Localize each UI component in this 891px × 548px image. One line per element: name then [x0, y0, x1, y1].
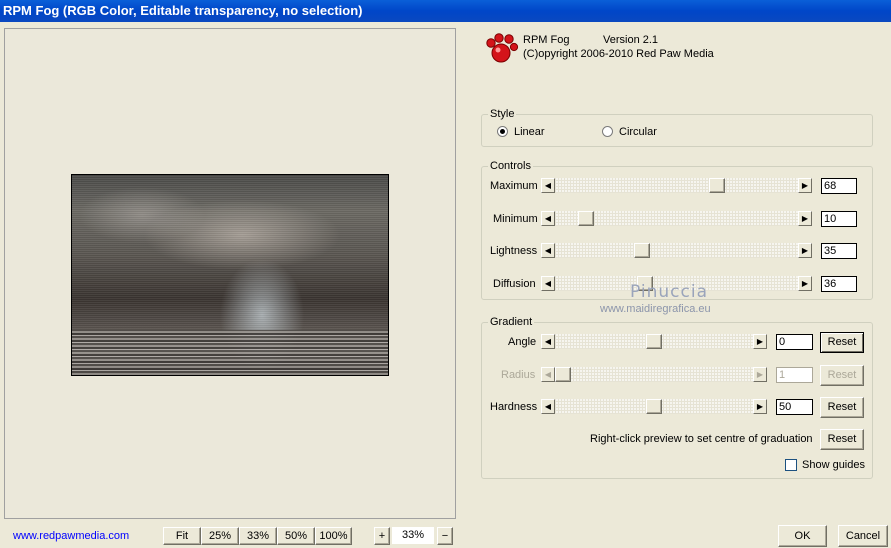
- minimum-field[interactable]: 10: [821, 211, 857, 227]
- minimum-left-arrow-icon[interactable]: ◀: [541, 211, 555, 226]
- linear-radio[interactable]: [497, 126, 508, 137]
- circular-label[interactable]: Circular: [619, 126, 657, 138]
- diffusion-field[interactable]: 36: [821, 276, 857, 292]
- lightness-right-arrow-icon[interactable]: ▶: [798, 243, 812, 258]
- zoom-33-button[interactable]: 33%: [239, 527, 277, 545]
- maximum-label: Maximum: [490, 180, 538, 192]
- hardness-field[interactable]: 50: [776, 399, 813, 415]
- centre-reset-button[interactable]: Reset: [820, 429, 864, 450]
- lightness-left-arrow-icon[interactable]: ◀: [541, 243, 555, 258]
- watermark-url: www.maidiregrafica.eu: [600, 303, 711, 315]
- angle-left-arrow-icon[interactable]: ◀: [541, 334, 555, 349]
- lightness-label: Lightness: [490, 245, 538, 257]
- centre-hint-text: Right-click preview to set centre of gra…: [590, 433, 813, 445]
- circular-radio[interactable]: [602, 126, 613, 137]
- angle-label: Angle: [508, 336, 537, 348]
- minimum-thumb[interactable]: [577, 211, 594, 226]
- plugin-version: Version 2.1: [603, 34, 659, 46]
- ok-button[interactable]: OK: [778, 525, 827, 547]
- angle-field[interactable]: 0: [776, 334, 813, 350]
- maximum-track[interactable]: [555, 178, 798, 193]
- zoom-50-button[interactable]: 50%: [277, 527, 315, 545]
- red-paw-icon: [486, 33, 519, 63]
- maximum-field[interactable]: 68: [821, 178, 857, 194]
- style-group-title: Style: [488, 108, 517, 120]
- preview-panel[interactable]: [4, 28, 456, 519]
- radius-thumb[interactable]: [555, 367, 571, 382]
- minimum-right-arrow-icon[interactable]: ▶: [798, 211, 812, 226]
- controls-group-title: Controls: [488, 160, 533, 172]
- radius-left-arrow-icon[interactable]: ◀: [541, 367, 555, 382]
- radio-dot: [500, 129, 505, 134]
- website-link[interactable]: www.redpawmedia.com: [13, 530, 129, 542]
- radius-reset-button[interactable]: Reset: [820, 365, 864, 386]
- hardness-reset-button[interactable]: Reset: [820, 397, 864, 418]
- linear-label[interactable]: Linear: [514, 126, 545, 138]
- show-guides-label[interactable]: Show guides: [802, 459, 865, 471]
- preview-image[interactable]: [71, 174, 389, 376]
- window-title: RPM Fog (RGB Color, Editable transparenc…: [0, 0, 891, 22]
- angle-thumb[interactable]: [646, 334, 662, 349]
- hardness-left-arrow-icon[interactable]: ◀: [541, 399, 555, 414]
- zoom-25-button[interactable]: 25%: [201, 527, 239, 545]
- minimum-label: Minimum: [493, 213, 538, 225]
- angle-reset-button[interactable]: Reset: [820, 332, 864, 353]
- lightness-track[interactable]: [555, 243, 798, 258]
- diffusion-left-arrow-icon[interactable]: ◀: [541, 276, 555, 291]
- zoom-in-button[interactable]: +: [374, 527, 390, 545]
- maximum-right-arrow-icon[interactable]: ▶: [798, 178, 812, 193]
- lightness-thumb[interactable]: [634, 243, 651, 258]
- maximum-left-arrow-icon[interactable]: ◀: [541, 178, 555, 193]
- hardness-thumb[interactable]: [646, 399, 662, 414]
- diffusion-label: Diffusion: [493, 278, 536, 290]
- zoom-out-button[interactable]: −: [437, 527, 453, 545]
- radius-right-arrow-icon[interactable]: ▶: [753, 367, 767, 382]
- lightness-field[interactable]: 35: [821, 243, 857, 259]
- hardness-right-arrow-icon[interactable]: ▶: [753, 399, 767, 414]
- radius-label: Radius: [501, 369, 536, 381]
- zoom-100-button[interactable]: 100%: [315, 527, 352, 545]
- maximum-thumb[interactable]: [709, 178, 726, 193]
- plugin-copyright: (C)opyright 2006-2010 Red Paw Media: [523, 48, 714, 60]
- plugin-name: RPM Fog: [523, 34, 570, 46]
- cancel-button[interactable]: Cancel: [838, 525, 888, 547]
- radius-track[interactable]: [555, 367, 753, 382]
- watermark-name: Pinuccia: [630, 282, 708, 302]
- diffusion-right-arrow-icon[interactable]: ▶: [798, 276, 812, 291]
- preview-streaks: [72, 330, 388, 375]
- gradient-group-title: Gradient: [488, 316, 535, 328]
- angle-right-arrow-icon[interactable]: ▶: [753, 334, 767, 349]
- zoom-fit-button[interactable]: Fit: [163, 527, 201, 545]
- radius-field[interactable]: 1: [776, 367, 813, 383]
- zoom-level-field[interactable]: 33%: [392, 527, 434, 544]
- show-guides-checkbox[interactable]: [785, 459, 797, 471]
- hardness-label: Hardness: [490, 401, 538, 413]
